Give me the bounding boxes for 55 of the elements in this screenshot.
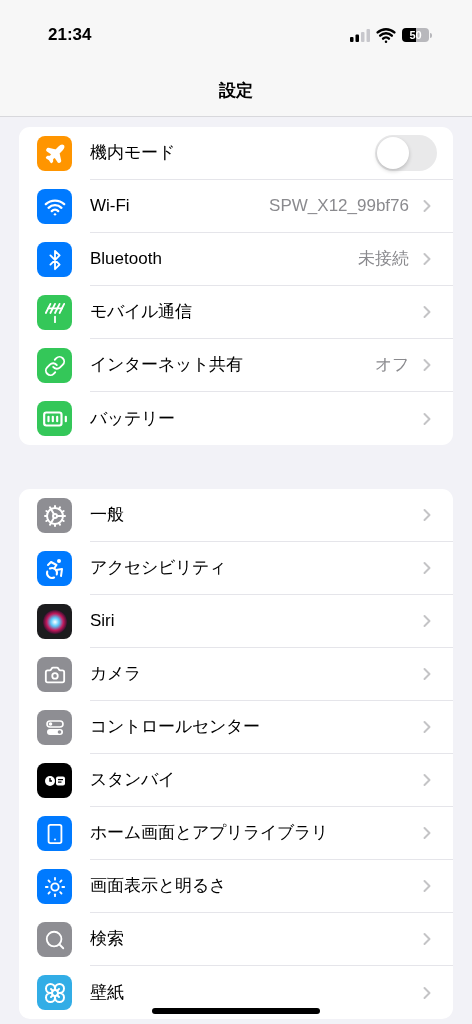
row-label: Bluetooth	[90, 248, 162, 271]
row-label: モバイル通信	[90, 301, 192, 324]
clock-widget-icon	[37, 763, 72, 798]
settings-row[interactable]: スタンバイ	[19, 754, 453, 807]
settings-row[interactable]: Siri	[19, 595, 453, 648]
phone-icon	[37, 816, 72, 851]
row-label: 画面表示と明るさ	[90, 875, 226, 898]
flower-icon	[37, 975, 72, 1010]
settings-row[interactable]: 画面表示と明るさ	[19, 860, 453, 913]
camera-icon	[37, 657, 72, 692]
battery-icon	[37, 401, 72, 436]
settings-row[interactable]: バッテリー	[19, 392, 453, 445]
row-value: SPW_X12_99bf76	[269, 195, 409, 218]
toggle-switch[interactable]	[375, 135, 437, 171]
row-label: ホーム画面とアプリライブラリ	[90, 822, 328, 845]
settings-row[interactable]: 検索	[19, 913, 453, 966]
settings-row[interactable]: コントロールセンター	[19, 701, 453, 754]
sun-icon	[37, 869, 72, 904]
signal-icon	[350, 28, 370, 42]
airplane-icon	[37, 136, 72, 171]
settings-row[interactable]: 一般	[19, 489, 453, 542]
row-value: 未接続	[358, 248, 409, 271]
toggles-icon	[37, 710, 72, 745]
settings-row[interactable]: カメラ	[19, 648, 453, 701]
row-label: 検索	[90, 928, 124, 951]
row-label: Wi-Fi	[90, 195, 130, 218]
row-label: スタンバイ	[90, 769, 175, 792]
accessibility-icon	[37, 551, 72, 586]
status-time: 21:34	[48, 24, 92, 47]
bluetooth-icon	[37, 242, 72, 277]
row-label: コントロールセンター	[90, 716, 260, 739]
link-icon	[37, 348, 72, 383]
search-icon	[37, 922, 72, 957]
row-label: 一般	[90, 504, 124, 527]
settings-row[interactable]: アクセシビリティ	[19, 542, 453, 595]
settings-row[interactable]: ホーム画面とアプリライブラリ	[19, 807, 453, 860]
wifi-icon	[37, 189, 72, 224]
row-label: 壁紙	[90, 981, 124, 1004]
row-label: カメラ	[90, 663, 141, 686]
row-label: インターネット共有	[90, 354, 243, 377]
settings-row[interactable]: Bluetooth 未接続	[19, 233, 453, 286]
gear-icon	[37, 498, 72, 533]
row-value: オフ	[375, 354, 409, 377]
settings-row[interactable]: モバイル通信	[19, 286, 453, 339]
settings-row[interactable]: インターネット共有 オフ	[19, 339, 453, 392]
row-label: 機内モード	[90, 142, 175, 165]
navigation-title: 設定	[219, 80, 253, 103]
settings-row[interactable]: 機内モード	[19, 127, 453, 180]
row-label: バッテリー	[90, 407, 175, 430]
row-label: Siri	[90, 610, 115, 633]
row-label: アクセシビリティ	[90, 557, 226, 580]
settings-row[interactable]: Wi-Fi SPW_X12_99bf76	[19, 180, 453, 233]
antenna-icon	[37, 295, 72, 330]
orb-icon	[37, 604, 72, 639]
wifi-icon	[376, 25, 396, 45]
